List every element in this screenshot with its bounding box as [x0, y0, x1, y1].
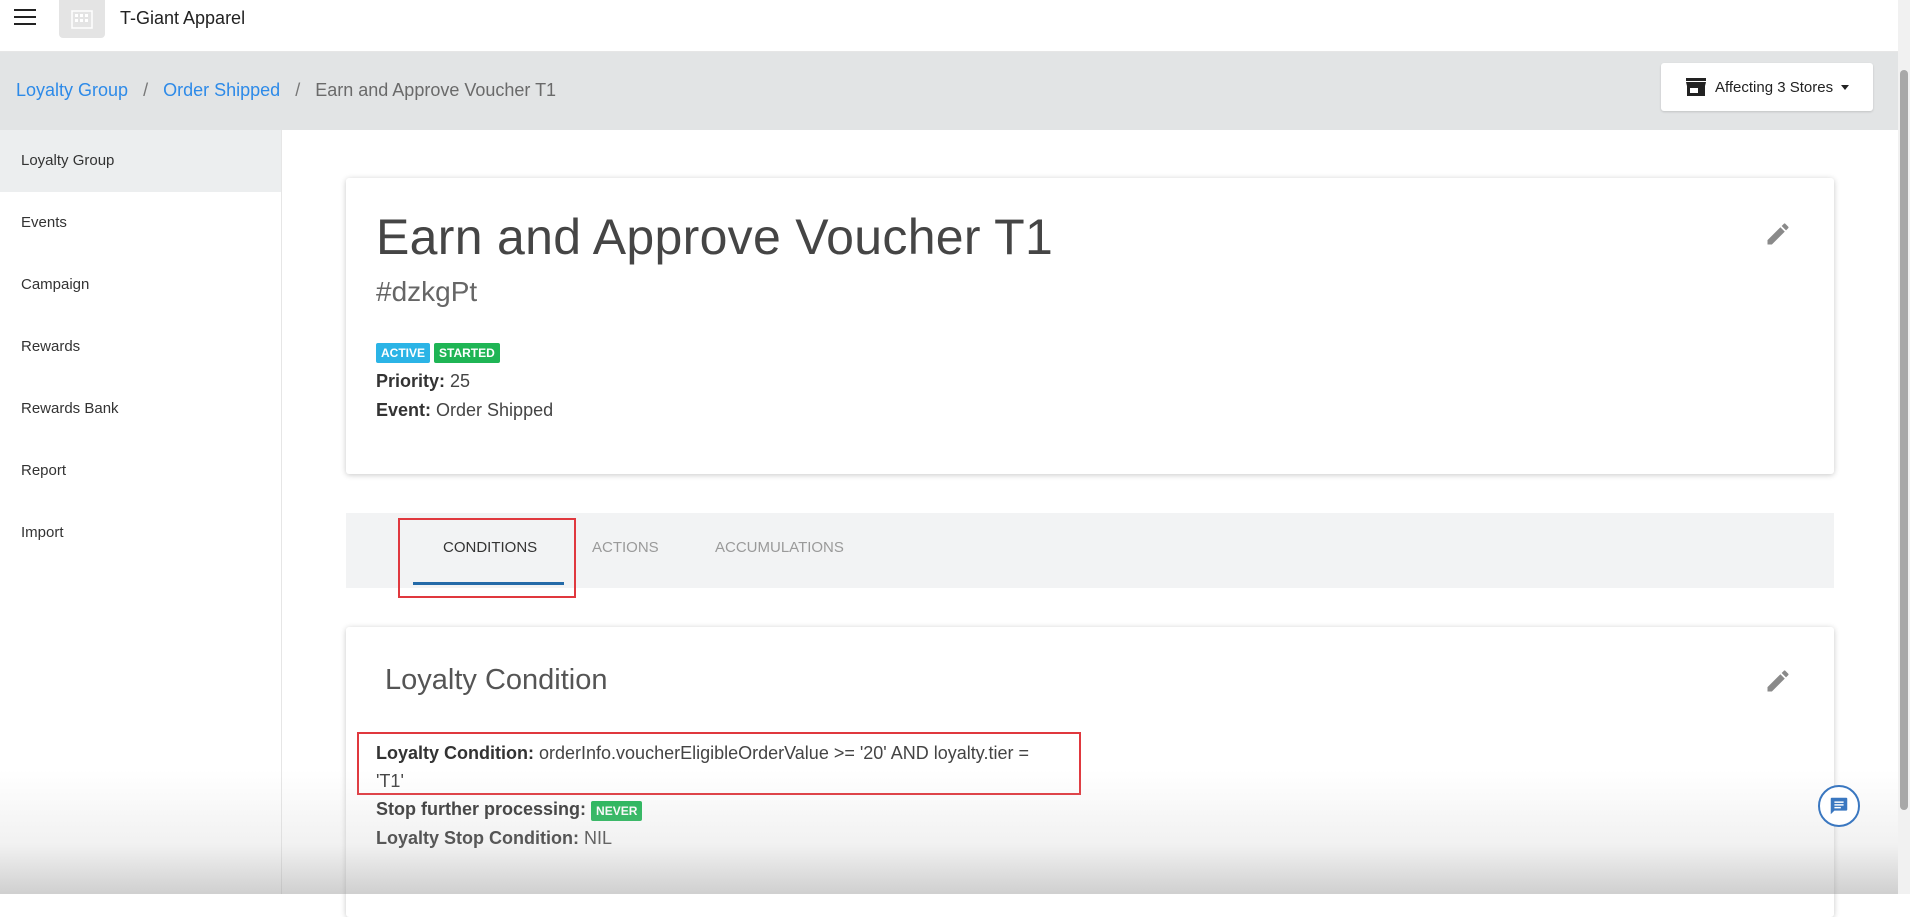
priority-value: 25: [450, 371, 471, 391]
app-name: T-Giant Apparel: [120, 8, 246, 28]
chat-icon: [1830, 797, 1848, 815]
stop-condition-line: Loyalty Stop Condition: NIL: [376, 824, 612, 852]
status-badge-started: STARTED: [434, 343, 500, 363]
caret-down-icon: [1841, 84, 1850, 90]
rule-header-card: Earn and Approve Voucher T1 #dzkgPt ACTI…: [346, 178, 1834, 474]
stop-processing-label: Stop further processing:: [376, 799, 587, 819]
stop-processing-line: Stop further processing: NEVER: [376, 795, 643, 825]
building-icon: [59, 0, 105, 38]
tab-accumulations[interactable]: ACCUMULATIONS: [715, 513, 844, 588]
affecting-stores-button[interactable]: Affecting 3 Stores: [1661, 63, 1873, 111]
breadcrumb-current: Earn and Approve Voucher T1: [315, 80, 557, 100]
sidebar-item-loyalty-group[interactable]: Loyalty Group: [0, 130, 281, 192]
status-badge-never: NEVER: [591, 801, 643, 821]
tab-actions[interactable]: ACTIONS: [592, 513, 659, 588]
breadcrumb-bar: Loyalty Group / Order Shipped / Earn and…: [0, 52, 1898, 130]
event-line: Event: Order Shipped: [376, 400, 553, 421]
breadcrumb-loyalty-group[interactable]: Loyalty Group: [16, 80, 128, 100]
top-bar: T-Giant Apparel: [0, 0, 1898, 52]
loyalty-condition-highlight: [357, 732, 1081, 795]
status-badge-active: ACTIVE: [376, 343, 431, 363]
stop-condition-label: Loyalty Stop Condition:: [376, 828, 579, 848]
status-badges: ACTIVE STARTED: [376, 343, 500, 363]
sidebar-item-report[interactable]: Report: [0, 440, 281, 502]
breadcrumb-order-shipped[interactable]: Order Shipped: [163, 80, 280, 100]
store-icon: [1685, 78, 1706, 96]
hamburger-menu-icon[interactable]: [14, 9, 38, 29]
sidebar-item-import[interactable]: Import: [0, 502, 281, 564]
edit-pencil-icon[interactable]: [1764, 220, 1792, 248]
affecting-stores-label: Affecting 3 Stores: [1714, 78, 1834, 96]
conditions-tab-highlight: [398, 518, 576, 598]
sidebar-item-rewards-bank[interactable]: Rewards Bank: [0, 378, 281, 440]
sidebar-item-events[interactable]: Events: [0, 192, 281, 254]
breadcrumb: Loyalty Group / Order Shipped / Earn and…: [16, 80, 556, 101]
breadcrumb-separator: /: [295, 80, 301, 100]
sidebar-item-campaign[interactable]: Campaign: [0, 254, 281, 316]
sidebar-item-rewards[interactable]: Rewards: [0, 316, 281, 378]
loyalty-condition-title: Loyalty Condition: [385, 664, 608, 696]
priority-line: Priority: 25: [376, 371, 470, 392]
priority-label: Priority:: [376, 371, 446, 391]
stop-condition-value: NIL: [584, 828, 613, 848]
event-label: Event:: [376, 400, 432, 420]
event-value: Order Shipped: [436, 400, 554, 420]
breadcrumb-separator: /: [143, 80, 149, 100]
page-title: Earn and Approve Voucher T1: [376, 209, 1054, 265]
edit-pencil-icon[interactable]: [1764, 667, 1792, 695]
scrollbar-thumb[interactable]: [1900, 70, 1908, 810]
rule-id: #dzkgPt: [376, 276, 478, 307]
vertical-scrollbar[interactable]: [1898, 0, 1910, 894]
chat-button[interactable]: [1818, 785, 1860, 827]
sidebar: Loyalty Group Events Campaign Rewards Re…: [0, 130, 282, 894]
